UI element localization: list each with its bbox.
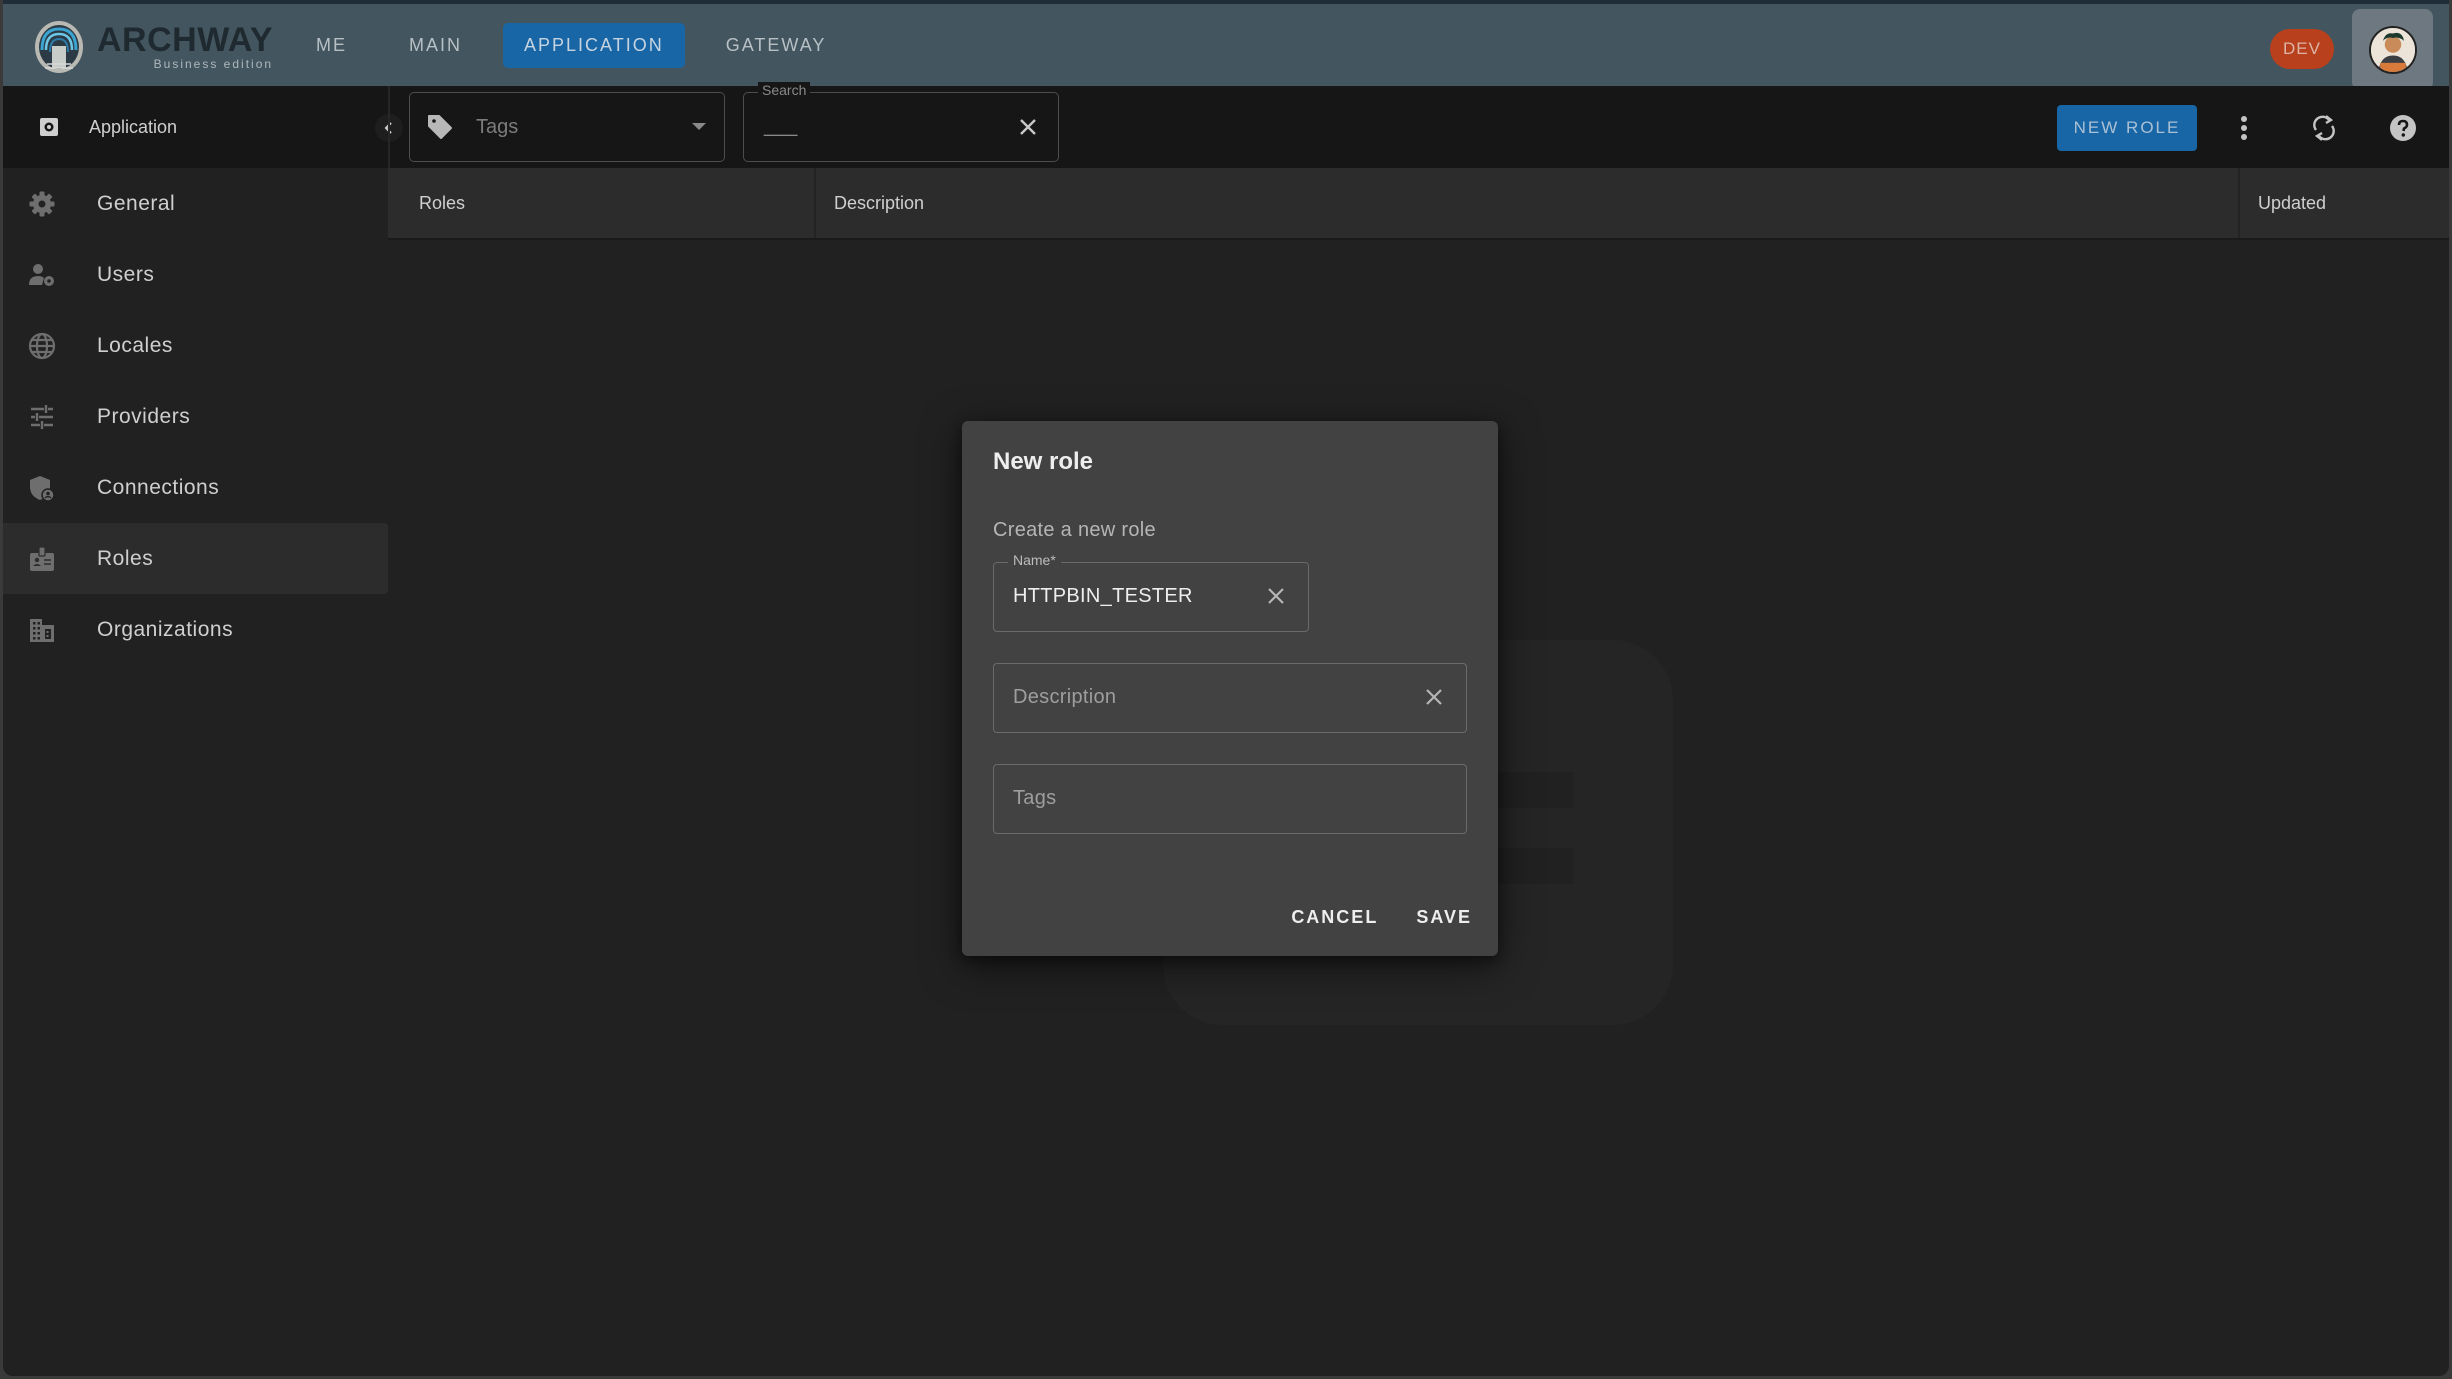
help-icon	[2390, 115, 2416, 141]
app-settings-icon	[40, 118, 58, 136]
badge-icon	[30, 545, 54, 571]
nav-tab-me[interactable]: ME	[295, 23, 368, 68]
sliders-icon	[31, 404, 53, 429]
role-description-placeholder: Description	[1013, 686, 1117, 708]
sidebar-item-label: Connections	[97, 475, 220, 499]
role-description-input[interactable]: Description	[993, 663, 1467, 733]
sidebar-item-label: Users	[97, 262, 155, 286]
help-button[interactable]	[2387, 112, 2419, 144]
sidebar-header: Application	[3, 86, 388, 168]
gear-icon	[29, 191, 55, 216]
brand-name: ARCHWAY	[97, 20, 274, 59]
nav-tab-gateway[interactable]: GATEWAY	[705, 23, 848, 68]
role-tags-input[interactable]: Tags	[993, 764, 1467, 834]
section-title: Application	[89, 116, 178, 137]
nav-tab-main[interactable]: MAIN	[388, 23, 483, 68]
toolbar: Application Tags Search ___ NEW ROLE	[3, 82, 2449, 168]
sidebar: General Users Locales Providers Connecti…	[3, 168, 388, 1376]
dropdown-arrow-icon	[692, 123, 706, 130]
nav-tab-application[interactable]: APPLICATION	[503, 23, 685, 68]
top-bar: ARCHWAY Business edition ME MAIN APPLICA…	[3, 0, 2449, 90]
archway-logo-icon	[35, 21, 83, 73]
user-menu-button[interactable]	[2352, 9, 2433, 90]
more-options-button[interactable]	[2228, 112, 2260, 144]
role-name-input[interactable]: Name* HTTPBIN_TESTER	[993, 552, 1309, 632]
user-settings-icon	[29, 263, 54, 286]
clear-name-icon[interactable]	[1264, 584, 1288, 608]
dialog-subtitle: Create a new role	[993, 519, 1156, 541]
sidebar-item-roles[interactable]: Roles	[3, 523, 388, 594]
tag-icon	[428, 115, 452, 139]
new-role-dialog: New role Create a new role Name* HTTPBIN…	[962, 421, 1498, 956]
column-header-description[interactable]: Description	[816, 168, 2240, 238]
tags-filter-placeholder: Tags	[476, 115, 519, 138]
sidebar-item-locales[interactable]: Locales	[3, 310, 388, 381]
tags-filter-select[interactable]: Tags	[409, 92, 725, 162]
role-name-label: Name*	[1008, 552, 1061, 568]
avatar	[2368, 25, 2417, 74]
save-button[interactable]: SAVE	[1408, 899, 1480, 936]
logo[interactable]: ARCHWAY Business edition	[33, 20, 273, 74]
sidebar-item-providers[interactable]: Providers	[3, 381, 388, 452]
search-input[interactable]: Search ___	[743, 82, 1059, 162]
sidebar-item-label: General	[97, 191, 176, 215]
refresh-button[interactable]	[2308, 112, 2340, 144]
column-header-updated[interactable]: Updated	[2240, 168, 2449, 238]
sidebar-item-organizations[interactable]: Organizations	[3, 594, 388, 665]
sidebar-item-label: Locales	[97, 333, 173, 357]
more-vert-icon	[2241, 116, 2247, 140]
dialog-actions: CANCEL SAVE	[1283, 899, 1480, 936]
app-window: ARCHWAY Business edition ME MAIN APPLICA…	[3, 0, 2449, 1376]
sidebar-item-label: Organizations	[97, 617, 234, 641]
search-label: Search	[758, 82, 811, 98]
divider	[388, 86, 390, 168]
role-name-value: HTTPBIN_TESTER	[1013, 585, 1193, 607]
globe-icon	[28, 332, 56, 359]
new-role-button[interactable]: NEW ROLE	[2057, 105, 2197, 151]
sidebar-item-general[interactable]: General	[3, 168, 388, 239]
sidebar-item-label: Roles	[97, 546, 154, 570]
sidebar-item-connections[interactable]: Connections	[3, 452, 388, 523]
roles-table-header: Roles Description Updated	[388, 168, 2449, 240]
building-icon	[30, 618, 54, 642]
cancel-button[interactable]: CANCEL	[1283, 899, 1386, 936]
main-nav: ME MAIN APPLICATION GATEWAY	[295, 23, 847, 68]
sidebar-item-label: Providers	[97, 404, 191, 428]
environment-badge: DEV	[2270, 29, 2334, 69]
sidebar-item-users[interactable]: Users	[3, 239, 388, 310]
clear-search-icon[interactable]	[1016, 115, 1040, 139]
role-tags-placeholder: Tags	[1013, 787, 1057, 809]
search-value: ___	[764, 115, 798, 137]
brand-subtitle: Business edition	[153, 56, 274, 71]
refresh-icon	[2313, 115, 2335, 141]
clear-description-icon[interactable]	[1422, 685, 1446, 709]
dialog-title: New role	[993, 448, 1094, 475]
column-header-roles[interactable]: Roles	[388, 168, 816, 238]
shield-user-icon	[30, 475, 55, 502]
